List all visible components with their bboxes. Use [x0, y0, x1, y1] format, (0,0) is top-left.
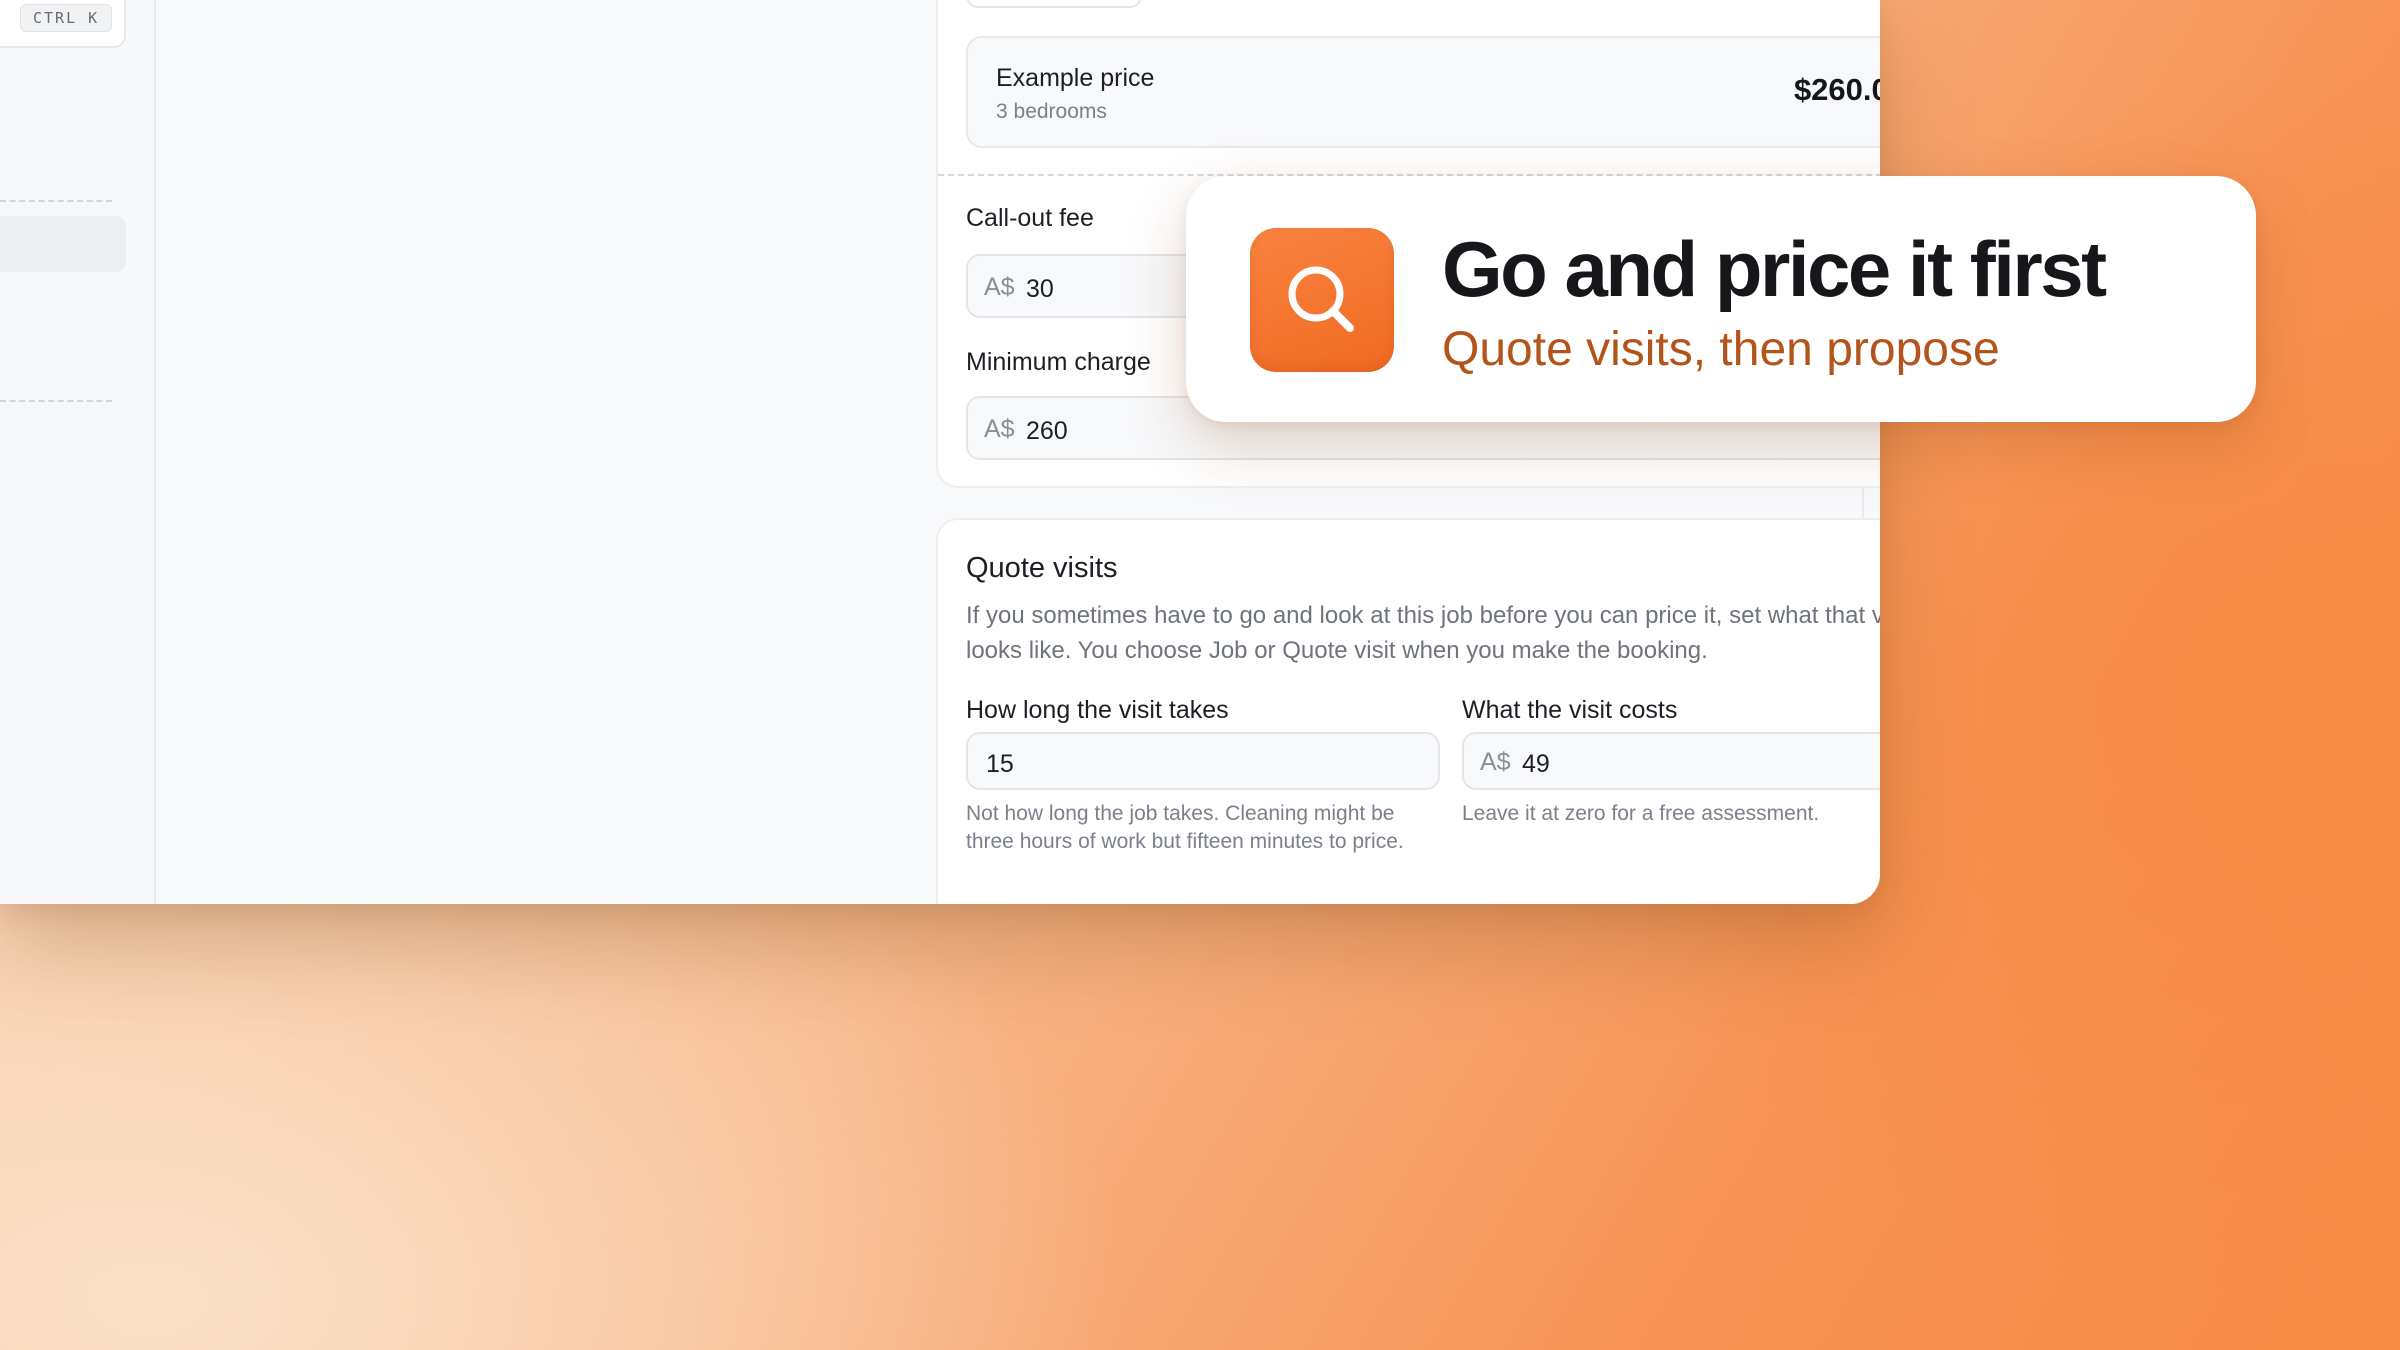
sidebar-divider	[0, 400, 112, 402]
example-price-box: Example price 3 bedrooms $260.00	[966, 36, 1880, 148]
callout-fee-label: Call-out fee	[966, 204, 1094, 232]
currency-prefix: A$	[984, 273, 1015, 301]
quote-visits-description: If you sometimes have to go and look at …	[966, 602, 1880, 664]
currency-prefix: A$	[984, 415, 1015, 443]
example-price-subtitle: 3 bedrooms	[996, 100, 1107, 123]
main-content: Example price 3 bedrooms $260.00 Call-ou…	[158, 0, 1880, 904]
feature-callout: Go and price it first Quote visits, then…	[1186, 176, 2256, 422]
quote-visits-card: Quote visits If you sometimes have to go…	[936, 518, 1880, 904]
visit-cost-label: What the visit costs	[1462, 696, 1678, 724]
app-window: CTRL K Example price 3 bedrooms $260.00 …	[0, 0, 1880, 904]
visit-cost-value: 49	[1522, 750, 1550, 778]
sidebar: CTRL K	[0, 0, 156, 904]
callout-subtitle: Quote visits, then propose	[1442, 323, 2000, 376]
example-price-value: $260.00	[1793, 72, 1880, 107]
currency-prefix: A$	[1480, 748, 1511, 776]
pricing-control[interactable]	[966, 0, 1142, 8]
sidebar-item-active[interactable]	[0, 216, 126, 272]
example-price-title: Example price	[996, 64, 1155, 92]
keyboard-shortcut-badge: CTRL K	[20, 4, 113, 32]
quote-visits-title: Quote visits	[966, 552, 1118, 584]
visit-cost-help: Leave it at zero for a free assessment.	[1462, 802, 1820, 825]
visit-duration-help: Not how long the job takes. Cleaning mig…	[966, 802, 1404, 853]
minimum-charge-label: Minimum charge	[966, 348, 1151, 376]
visit-duration-value: 15	[986, 750, 1014, 778]
visit-cost-input[interactable]: A$ 49	[1462, 732, 1880, 790]
callout-title: Go and price it first	[1442, 225, 2107, 313]
callout-fee-value: 30	[1026, 275, 1054, 303]
visit-duration-label: How long the visit takes	[966, 696, 1229, 724]
minimum-charge-value: 260	[1026, 417, 1068, 445]
command-search-button[interactable]: CTRL K	[0, 0, 126, 48]
search-icon	[1250, 228, 1394, 372]
sidebar-divider	[0, 200, 112, 202]
visit-duration-input[interactable]: 15	[966, 732, 1440, 790]
